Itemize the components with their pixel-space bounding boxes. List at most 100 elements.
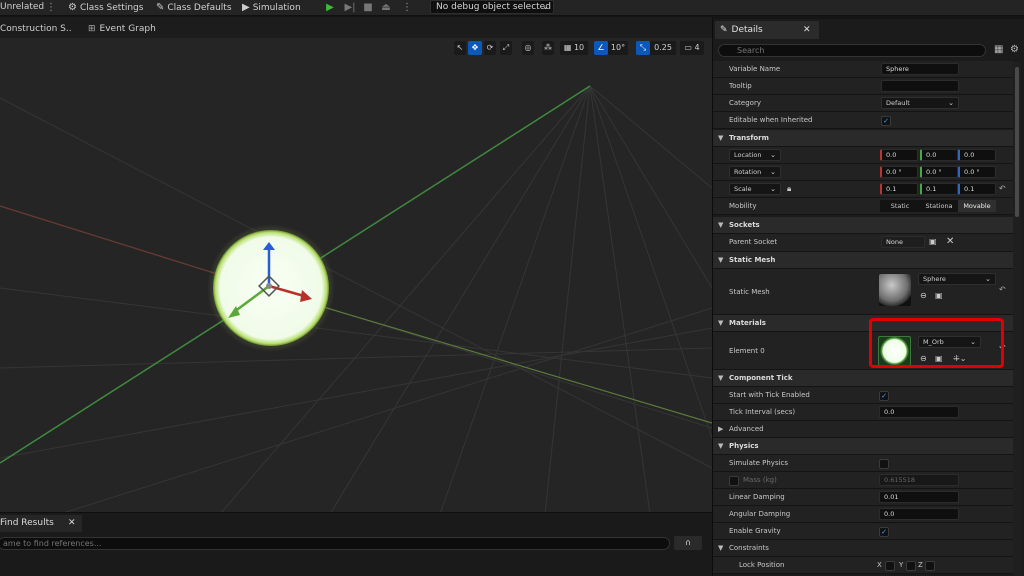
- reset-arrow-icon[interactable]: ↶: [999, 285, 1006, 294]
- enable-gravity-label: Enable Gravity: [729, 527, 781, 535]
- settings-icon[interactable]: ⚙: [1010, 44, 1019, 55]
- grid-snap-button[interactable]: ▦ 10: [560, 41, 588, 55]
- tooltip-field[interactable]: [881, 80, 959, 92]
- rotation-x-field[interactable]: 0.0 °: [880, 166, 918, 178]
- find-references-input[interactable]: [0, 537, 670, 550]
- physics-category[interactable]: ▼ Physics: [713, 438, 1013, 455]
- lock-y-checkbox[interactable]: [906, 561, 916, 571]
- static-mesh-dropdown[interactable]: Sphere ⌄: [918, 273, 996, 285]
- row-category: Category Default ⌄: [713, 95, 1013, 112]
- location-dropdown[interactable]: Location ⌄: [729, 149, 781, 161]
- scale-label: Scale: [734, 185, 752, 193]
- grid-icon: ▦: [563, 43, 572, 52]
- tab-details[interactable]: ✎ Details ✕: [715, 21, 819, 39]
- pencil-icon: ✎: [156, 2, 165, 13]
- camera-speed-button[interactable]: ▭ 4: [680, 41, 704, 55]
- tick-interval-field[interactable]: 0.0: [879, 406, 959, 418]
- find-results-label: Find Results: [0, 518, 54, 528]
- category-label: Category: [729, 99, 761, 107]
- rotation-z-field[interactable]: 0.0 °: [958, 166, 996, 178]
- scale-snap-icon[interactable]: ⤡: [636, 41, 650, 55]
- simulation-button[interactable]: ▶ Simulation: [242, 0, 301, 15]
- details-scrollbar-thumb[interactable]: [1015, 67, 1019, 217]
- location-y-field[interactable]: 0.0: [920, 149, 958, 161]
- tab-event-graph[interactable]: ⊞ Event Graph: [88, 21, 156, 37]
- location-x-field[interactable]: 0.0: [880, 149, 918, 161]
- reset-arrow-icon[interactable]: ↶: [999, 184, 1006, 193]
- component-tick-category[interactable]: ▼ Component Tick: [713, 370, 1013, 387]
- browse-folder-icon[interactable]: ▣: [935, 291, 943, 300]
- lock-z-checkbox[interactable]: [925, 561, 935, 571]
- world-space-icon[interactable]: ◎: [522, 41, 534, 55]
- property-matrix-icon[interactable]: ▦: [994, 44, 1003, 55]
- eject-button[interactable]: ⏏: [377, 0, 395, 15]
- rotation-dropdown[interactable]: Rotation ⌄: [729, 166, 781, 178]
- scale-y-field[interactable]: 0.1: [920, 183, 958, 195]
- clear-x-icon[interactable]: ✕: [946, 236, 954, 247]
- transform-category[interactable]: ▼ Transform: [713, 130, 1013, 147]
- static-mesh-thumbnail[interactable]: [879, 274, 911, 306]
- row-enable-gravity: Enable Gravity ✓: [713, 523, 1013, 540]
- rotation-snap-value[interactable]: 10°: [608, 41, 628, 55]
- tab-construction-script[interactable]: Construction S..: [0, 21, 72, 37]
- rotate-mode-icon[interactable]: ⟳: [484, 41, 496, 55]
- play-button[interactable]: ▶: [321, 0, 339, 15]
- gear-icon: ⚙: [68, 2, 77, 13]
- surface-snap-icon[interactable]: ⁂: [542, 41, 554, 55]
- row-constraints[interactable]: ▼ Constraints: [713, 540, 1013, 557]
- angular-damping-field[interactable]: 0.0: [879, 508, 959, 520]
- stop-button[interactable]: ■: [359, 0, 377, 15]
- expand-arrow-icon: ▼: [718, 442, 724, 450]
- debug-object-dropdown[interactable]: No debug object selected ⌄: [430, 0, 554, 14]
- mass-override-checkbox[interactable]: [729, 476, 739, 486]
- rotation-snap-icon[interactable]: ∠: [594, 41, 608, 55]
- rotation-y-field[interactable]: 0.0 °: [920, 166, 958, 178]
- select-mode-icon[interactable]: ↖: [454, 41, 466, 55]
- category-dropdown[interactable]: Default ⌄: [881, 97, 959, 109]
- more-options-icon[interactable]: ⋮: [46, 1, 56, 14]
- editable-inherited-checkbox[interactable]: ✓: [881, 116, 891, 126]
- static-mesh-label: Static Mesh: [729, 288, 770, 296]
- find-binoculars-button[interactable]: ∩: [674, 536, 702, 550]
- mobility-movable-button[interactable]: Movable: [958, 200, 996, 212]
- row-rotation: Rotation ⌄ 0.0 ° 0.0 ° 0.0 °: [713, 164, 1013, 181]
- parent-socket-field[interactable]: None: [881, 236, 925, 248]
- scale-mode-icon[interactable]: ⤢: [500, 41, 512, 55]
- linear-damping-field[interactable]: 0.01: [879, 491, 959, 503]
- mobility-static-button[interactable]: Static: [880, 200, 920, 212]
- lock-x-checkbox[interactable]: [885, 561, 895, 571]
- row-advanced[interactable]: ▶ Advanced: [713, 421, 1013, 438]
- scale-snap-value[interactable]: 0.25: [650, 41, 676, 55]
- class-settings-button[interactable]: ⚙ Class Settings: [68, 0, 143, 15]
- static-mesh-category[interactable]: ▼ Static Mesh: [713, 252, 1013, 269]
- row-tick-interval: Tick Interval (secs) 0.0: [713, 404, 1013, 421]
- use-selected-icon[interactable]: ⊖: [920, 291, 927, 300]
- translate-mode-icon[interactable]: ✥: [468, 41, 482, 55]
- row-scale: Scale ⌄ 🔒︎ 0.1 0.1 0.1 ↶: [713, 181, 1013, 198]
- play-options-icon[interactable]: ⋮: [402, 1, 412, 14]
- tab-find-results[interactable]: Find Results ✕: [0, 515, 82, 532]
- lock-icon[interactable]: 🔒︎: [787, 184, 791, 194]
- scale-z-field[interactable]: 0.1: [958, 183, 996, 195]
- tab-event-graph-label: Event Graph: [99, 24, 156, 34]
- tick-interval-label: Tick Interval (secs): [729, 408, 796, 416]
- close-icon[interactable]: ✕: [803, 21, 811, 39]
- unrelated-label[interactable]: Unrelated: [0, 0, 44, 15]
- details-search-input[interactable]: [718, 44, 986, 57]
- start-tick-checkbox[interactable]: ✓: [879, 391, 889, 401]
- enable-gravity-checkbox[interactable]: ✓: [879, 527, 889, 537]
- mobility-stationary-button[interactable]: Stationa: [920, 200, 958, 212]
- simulate-physics-checkbox[interactable]: [879, 459, 889, 469]
- browse-folder-icon[interactable]: ▣: [929, 237, 937, 246]
- location-z-field[interactable]: 0.0: [958, 149, 996, 161]
- row-tooltip: Tooltip: [713, 78, 1013, 95]
- element0-label: Element 0: [729, 347, 765, 355]
- scale-dropdown[interactable]: Scale ⌄: [729, 183, 781, 195]
- class-defaults-button[interactable]: ✎ Class Defaults: [156, 0, 232, 15]
- step-button[interactable]: ▶|: [341, 0, 359, 15]
- viewport[interactable]: ↖ ✥ ⟳ ⤢ ◎ ⁂ ▦ 10 ∠ 10° ⤡ 0.25 ▭ 4: [0, 38, 712, 514]
- variable-name-field[interactable]: Sphere: [881, 63, 959, 75]
- sockets-category[interactable]: ▼ Sockets: [713, 217, 1013, 234]
- scale-x-field[interactable]: 0.1: [880, 183, 918, 195]
- close-icon[interactable]: ✕: [68, 515, 76, 532]
